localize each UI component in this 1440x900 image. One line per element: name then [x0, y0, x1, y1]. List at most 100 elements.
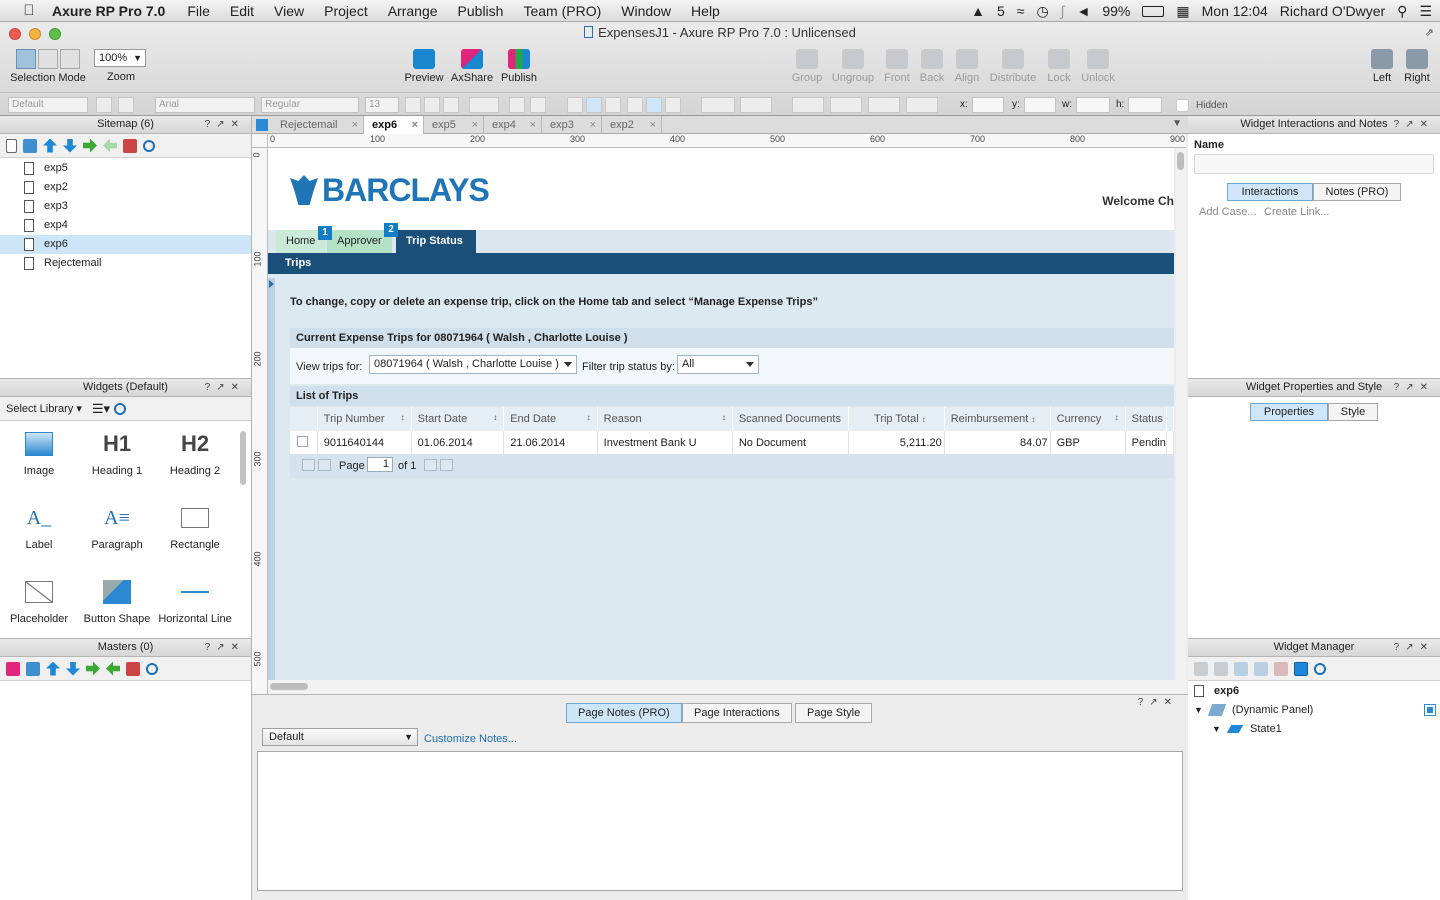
- lock-button[interactable]: Lock: [1044, 49, 1074, 84]
- left-pane-toggle[interactable]: Left: [1368, 49, 1396, 84]
- arrow-style-icon[interactable]: [906, 97, 938, 113]
- add-folder-icon[interactable]: [26, 661, 40, 676]
- move-down-icon[interactable]: [63, 138, 77, 153]
- canvas-vscroll[interactable]: [1176, 148, 1186, 694]
- line-style-icon[interactable]: [868, 97, 900, 113]
- widgets-scrollbar[interactable]: [240, 431, 246, 485]
- valign-top-icon[interactable]: [627, 97, 643, 113]
- search-icon[interactable]: [143, 139, 155, 152]
- font-size-select[interactable]: 13: [365, 97, 399, 113]
- manager-page-label[interactable]: exp6: [1214, 685, 1239, 697]
- preview-button[interactable]: Preview: [403, 49, 445, 84]
- widget-image[interactable]: Image: [0, 427, 78, 477]
- add-folder-icon[interactable]: [23, 138, 37, 153]
- unlock-button[interactable]: Unlock: [1079, 49, 1117, 84]
- battery-text[interactable]: 99%: [1102, 3, 1130, 19]
- tab-list-icon[interactable]: ▼: [1172, 118, 1182, 129]
- add-page-icon[interactable]: [6, 138, 17, 153]
- battery-icon[interactable]: [1142, 5, 1165, 17]
- widget-horizontal-line[interactable]: Horizontal Line: [156, 575, 234, 625]
- sort-icon[interactable]: ↕: [587, 413, 591, 422]
- volume-icon[interactable]: ◄: [1077, 3, 1091, 19]
- barclays-logo[interactable]: BARCLAYS: [290, 172, 490, 209]
- col-trip-total[interactable]: Trip Total ↕: [848, 407, 945, 431]
- tab-exp2[interactable]: exp2 ×: [602, 116, 662, 134]
- select-library-dropdown[interactable]: Select Library ▾: [6, 402, 82, 415]
- bullet-icon[interactable]: [509, 97, 525, 113]
- row-checkbox[interactable]: [297, 435, 308, 447]
- zoom-select[interactable]: 100% ▼: [94, 49, 146, 67]
- menu-project[interactable]: Project: [324, 3, 368, 19]
- widget-heading-1[interactable]: H1 Heading 1: [78, 427, 156, 477]
- close-icon[interactable]: ×: [352, 116, 358, 134]
- duplicate-icon[interactable]: [1214, 661, 1228, 676]
- link-icon[interactable]: [530, 97, 546, 113]
- indent-icon[interactable]: [83, 138, 97, 153]
- search-icon[interactable]: [114, 402, 127, 415]
- view-trips-select[interactable]: 08071964 ( Walsh , Charlotte Louise ): [369, 355, 577, 374]
- sitemap-item-exp5[interactable]: exp5: [0, 159, 251, 178]
- style-edit-icon[interactable]: [118, 97, 134, 113]
- move-down-icon[interactable]: [66, 661, 80, 676]
- underline-icon[interactable]: [443, 97, 459, 113]
- back-button[interactable]: Back: [917, 49, 947, 84]
- zoom-tool[interactable]: 100% ▼ Zoom: [94, 49, 148, 83]
- page-number-input[interactable]: 1: [367, 457, 393, 472]
- menu-window[interactable]: Window: [621, 3, 671, 19]
- time-machine-icon[interactable]: ◷: [1036, 3, 1048, 20]
- panel-visibility-checkbox[interactable]: [1424, 704, 1436, 716]
- tab-page-interactions[interactable]: Page Interactions: [682, 703, 792, 723]
- delete-icon[interactable]: [1274, 661, 1288, 676]
- add-state-icon[interactable]: [1194, 661, 1208, 676]
- widget-heading-2[interactable]: H2 Heading 2: [156, 427, 234, 477]
- format-painter-icon[interactable]: [96, 97, 112, 113]
- distribute-button[interactable]: Distribute: [987, 49, 1039, 84]
- nav-tab-trip-status[interactable]: Trip Status: [396, 230, 476, 253]
- close-icon[interactable]: ×: [472, 116, 478, 134]
- ungroup-button[interactable]: Ungroup: [830, 49, 876, 84]
- tab-exp3[interactable]: exp3 ×: [542, 116, 602, 134]
- font-weight-select[interactable]: Regular: [261, 97, 359, 113]
- close-icon[interactable]: ×: [650, 116, 656, 134]
- align-left-icon[interactable]: [567, 97, 583, 113]
- cell-trip-number[interactable]: 9011640144: [317, 431, 412, 454]
- sort-icon[interactable]: ↕: [493, 413, 497, 422]
- col-currency[interactable]: Currency ↕: [1050, 407, 1126, 431]
- x-input[interactable]: [972, 97, 1004, 113]
- menu-view[interactable]: View: [274, 3, 304, 19]
- pane-controls-icon[interactable]: ?↗✕: [1138, 697, 1178, 708]
- tab-properties[interactable]: Properties: [1250, 403, 1328, 421]
- bluetooth-icon[interactable]: ∫: [1061, 3, 1065, 19]
- move-up-icon[interactable]: [43, 138, 57, 153]
- sitemap-item-exp6[interactable]: exp6: [0, 235, 251, 254]
- widget-rectangle[interactable]: Rectangle: [156, 501, 234, 551]
- tab-style[interactable]: Style: [1328, 403, 1378, 421]
- indent-icon[interactable]: [86, 661, 100, 676]
- first-page-icon[interactable]: [302, 459, 315, 471]
- line-width-icon[interactable]: [830, 97, 862, 113]
- design-canvas[interactable]: BARCLAYS Welcome Ch Home Approver Trip S…: [268, 148, 1174, 680]
- group-button[interactable]: Group: [788, 49, 826, 84]
- tab-notes[interactable]: Notes (PRO): [1313, 183, 1401, 201]
- wifi-icon[interactable]: ≈: [1017, 3, 1025, 19]
- menu-edit[interactable]: Edit: [230, 3, 254, 19]
- pane-controls-icon[interactable]: ?↗✕: [1394, 379, 1434, 396]
- widget-paragraph[interactable]: A≡ Paragraph: [78, 501, 156, 552]
- menu-team[interactable]: Team (PRO): [523, 3, 601, 19]
- sitemap-item-exp2[interactable]: exp2: [0, 178, 251, 197]
- col-trip-number[interactable]: Trip Number ↕: [317, 407, 412, 431]
- tab-page-notes[interactable]: Page Notes (PRO): [566, 703, 682, 723]
- delete-page-icon[interactable]: [123, 138, 137, 153]
- sort-icon[interactable]: ↕: [401, 413, 405, 422]
- pane-controls-icon[interactable]: ?↗✕: [205, 379, 245, 396]
- align-center-icon[interactable]: [586, 97, 602, 113]
- notes-set-select[interactable]: Default ▼: [262, 728, 418, 746]
- sort-icon[interactable]: ↕: [1031, 415, 1035, 424]
- fullscreen-icon[interactable]: ⇗: [1425, 26, 1434, 39]
- move-down-icon[interactable]: [1254, 661, 1268, 676]
- delete-master-icon[interactable]: [126, 661, 140, 676]
- last-page-icon[interactable]: [440, 459, 453, 471]
- state-label[interactable]: State1: [1250, 723, 1282, 735]
- tab-page-style[interactable]: Page Style: [795, 703, 873, 723]
- menu-help[interactable]: Help: [691, 3, 720, 19]
